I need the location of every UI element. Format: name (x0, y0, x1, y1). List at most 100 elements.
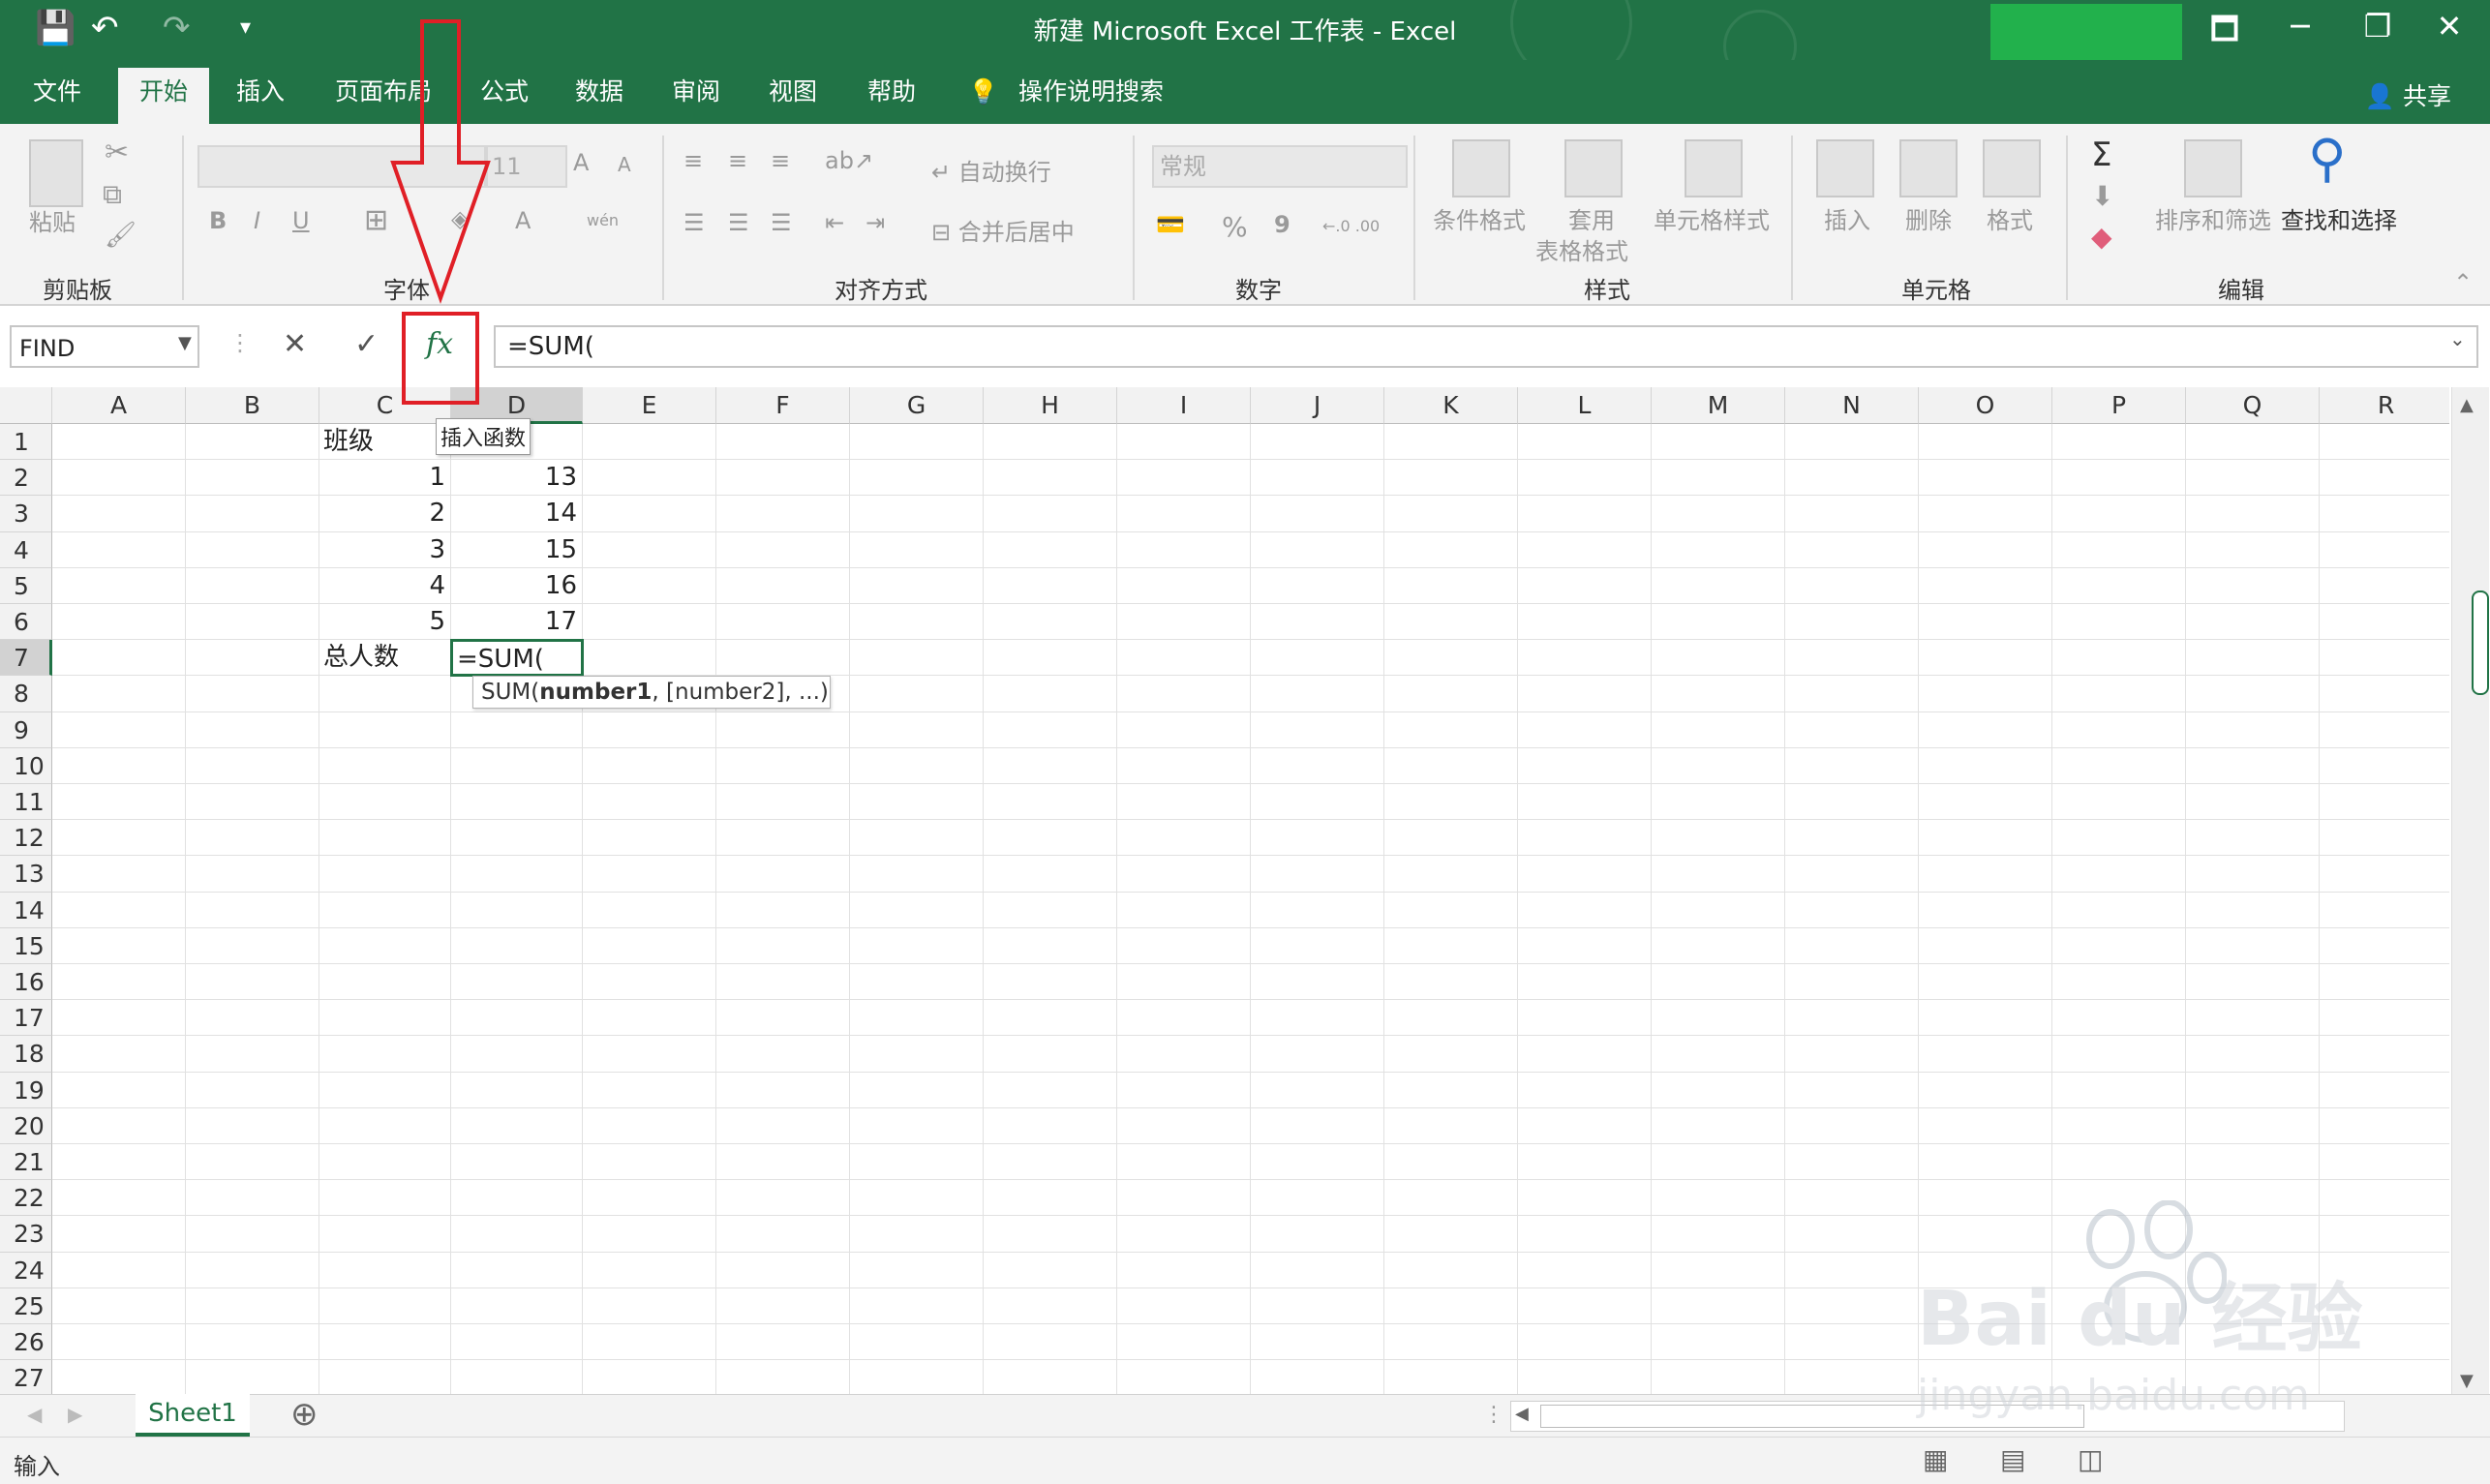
enter-formula-button[interactable]: ✓ (354, 327, 379, 361)
paste-icon[interactable] (29, 139, 83, 207)
tab-view[interactable]: 视图 (769, 76, 817, 124)
row-header[interactable]: 21 (0, 1144, 52, 1181)
row-header[interactable]: 6 (0, 604, 52, 641)
row-header[interactable]: 14 (0, 892, 52, 928)
font-color-button[interactable]: A (515, 207, 531, 234)
cell-c3[interactable]: 2 (319, 496, 451, 530)
horizontal-scroll-thumb[interactable] (1540, 1405, 2084, 1428)
bottom-align-icon[interactable]: ≡ (771, 147, 790, 174)
cell-styles-label[interactable]: 单元格样式 (1654, 201, 1770, 235)
italic-button[interactable]: I (254, 207, 260, 234)
column-header-i[interactable]: I (1117, 387, 1251, 424)
middle-align-icon[interactable]: ≡ (728, 147, 747, 174)
conditional-formatting-label[interactable]: 条件格式 (1433, 201, 1526, 235)
format-painter-icon[interactable]: 🖌 (105, 221, 137, 250)
formula-input[interactable]: =SUM( (494, 325, 2478, 368)
vertical-scrollbar[interactable]: ▲ ▼ (2451, 387, 2489, 1400)
active-cell-d7[interactable]: =SUM( (450, 639, 584, 678)
restore-button[interactable]: ❐ (2349, 8, 2407, 45)
row-header[interactable]: 26 (0, 1324, 52, 1361)
collapse-ribbon-icon[interactable]: ⌃ (2453, 269, 2473, 296)
grow-font-icon[interactable]: A (573, 149, 589, 176)
tab-review[interactable]: 审阅 (672, 76, 720, 124)
bold-button[interactable]: B (209, 207, 227, 234)
insert-cells-icon[interactable] (1816, 139, 1874, 197)
autosum-button[interactable]: Σ (2091, 136, 2111, 174)
align-center-icon[interactable]: ☰ (728, 209, 749, 236)
scroll-down-icon[interactable]: ▼ (2460, 1371, 2474, 1391)
format-cells-label[interactable]: 格式 (1987, 201, 2033, 235)
row-header[interactable]: 8 (0, 676, 52, 712)
tab-home[interactable]: 开始 (118, 68, 210, 132)
cell-c4[interactable]: 3 (319, 532, 451, 567)
format-as-table-icon[interactable] (1564, 139, 1623, 197)
cell-d3[interactable]: 14 (451, 496, 583, 530)
format-as-table-line2[interactable]: 表格格式 (1535, 232, 1628, 266)
align-left-icon[interactable]: ☰ (683, 209, 705, 236)
fill-icon[interactable]: ⬇ (2091, 180, 2113, 212)
row-header[interactable]: 11 (0, 784, 52, 821)
column-header-p[interactable]: P (2052, 387, 2186, 424)
row-header[interactable]: 22 (0, 1180, 52, 1217)
ribbon-display-icon[interactable]: 🗖 (2196, 8, 2254, 60)
column-header-h[interactable]: H (984, 387, 1117, 424)
row-header[interactable]: 25 (0, 1287, 52, 1324)
column-header-e[interactable]: E (583, 387, 716, 424)
align-right-icon[interactable]: ☰ (771, 209, 792, 236)
select-all-corner[interactable] (0, 387, 52, 424)
column-header-g[interactable]: G (850, 387, 984, 424)
scroll-left-icon[interactable]: ◀ (1515, 1404, 1529, 1424)
sort-filter-icon[interactable] (2184, 139, 2242, 197)
tab-help[interactable]: 帮助 (867, 76, 916, 124)
percent-button[interactable]: % (1222, 211, 1248, 243)
find-select-label[interactable]: 查找和选择 (2281, 201, 2397, 235)
delete-cells-label[interactable]: 删除 (1905, 201, 1952, 235)
expand-formula-bar-icon[interactable]: ⌄ (2449, 327, 2466, 350)
row-header[interactable]: 13 (0, 856, 52, 893)
horizontal-scrollbar[interactable]: ◀ (1510, 1401, 2345, 1432)
row-header[interactable]: 4 (0, 531, 52, 568)
cell-c6[interactable]: 5 (319, 604, 451, 639)
tab-data[interactable]: 数据 (575, 76, 623, 124)
next-sheet-icon[interactable]: ▶ (68, 1403, 82, 1426)
increase-indent-icon[interactable]: ⇥ (865, 209, 885, 236)
prev-sheet-icon[interactable]: ◀ (27, 1403, 42, 1426)
row-header[interactable]: 24 (0, 1252, 52, 1288)
page-break-view-icon[interactable]: ◫ (2078, 1443, 2103, 1475)
row-header[interactable]: 12 (0, 820, 52, 857)
border-icon[interactable]: ⊞ (364, 203, 388, 237)
column-header-b[interactable]: B (186, 387, 319, 424)
decrease-indent-icon[interactable]: ⇤ (825, 209, 844, 236)
cell-styles-icon[interactable] (1685, 139, 1743, 197)
cell-d4[interactable]: 15 (451, 532, 583, 567)
tab-insert[interactable]: 插入 (236, 76, 285, 124)
cancel-formula-button[interactable]: ✕ (283, 327, 307, 361)
column-header-a[interactable]: A (52, 387, 186, 424)
number-format-select[interactable]: 常规 (1152, 145, 1408, 188)
cell-d6[interactable]: 17 (451, 604, 583, 639)
vertical-scroll-thumb[interactable] (2472, 591, 2489, 695)
row-header[interactable]: 18 (0, 1036, 52, 1073)
row-header[interactable]: 1 (0, 424, 52, 461)
add-sheet-button[interactable]: ⊕ (290, 1395, 319, 1434)
cut-icon[interactable]: ✂ (105, 136, 129, 169)
row-header[interactable]: 20 (0, 1107, 52, 1144)
underline-button[interactable]: U (292, 207, 310, 234)
normal-view-icon[interactable]: ▦ (1923, 1443, 1948, 1475)
row-header[interactable]: 5 (0, 567, 52, 604)
row-header[interactable]: 17 (0, 1000, 52, 1037)
function-argument-hint[interactable]: SUM(number1, [number2], ...) (472, 676, 831, 709)
phonetic-button[interactable]: wén (587, 211, 619, 229)
accounting-icon[interactable]: 💳 (1156, 211, 1185, 238)
row-header[interactable]: 16 (0, 964, 52, 1001)
column-header-n[interactable]: N (1785, 387, 1919, 424)
row-header[interactable]: 19 (0, 1072, 52, 1108)
tell-me-search[interactable]: 操作说明搜索 (1018, 76, 1164, 124)
column-header-k[interactable]: K (1384, 387, 1518, 424)
format-as-table-line1[interactable]: 套用 (1568, 201, 1615, 235)
minimize-button[interactable]: ─ (2271, 8, 2329, 45)
delete-cells-icon[interactable] (1899, 139, 1958, 197)
insert-cells-label[interactable]: 插入 (1824, 201, 1870, 235)
column-header-m[interactable]: M (1652, 387, 1785, 424)
magnifier-icon[interactable]: ⚲ (2308, 128, 2347, 189)
